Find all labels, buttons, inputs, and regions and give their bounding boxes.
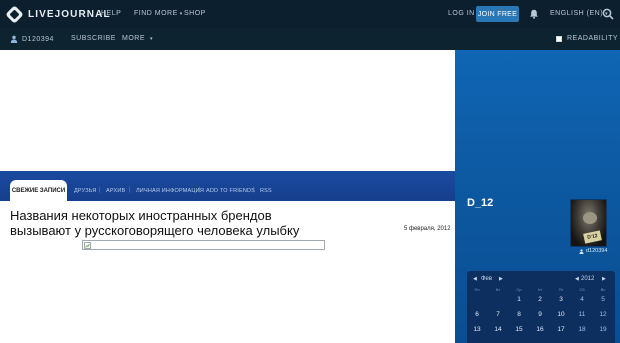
journal-owner-name: D120394 [22, 35, 54, 43]
more-menu[interactable]: MORE ▾ [122, 35, 153, 42]
next-year-arrow-icon[interactable]: ▶ [602, 276, 606, 282]
journal-entries: Названия некоторых иностранных брендов в… [0, 201, 455, 343]
tab-separator: | [99, 187, 101, 193]
broken-image-icon [84, 242, 91, 249]
readability-toggle[interactable]: READABILITY [556, 35, 618, 42]
calendar-year[interactable]: 2012 [581, 276, 594, 282]
user-icon [10, 35, 18, 43]
tab-add-to-friends[interactable]: ADD TO FRIENDS [206, 188, 255, 194]
calendar-day[interactable]: 11 [573, 311, 591, 318]
tab-separator: | [253, 187, 255, 193]
calendar-day[interactable]: 3 [552, 296, 570, 303]
calendar-weekday: Пн [474, 287, 480, 292]
post-date: 5 февраля, 2012 [404, 226, 451, 232]
calendar-day[interactable]: 7 [489, 311, 507, 318]
calendar-widget: ◀ Фев ▶ ◀ 2012 ▶ Пн Вт Ср Чт Пт Сб Вс 1 2 3 4 5 6 7 8 9… [467, 271, 615, 343]
journal-owner-link[interactable]: D120394 [10, 35, 54, 43]
subscribe-button[interactable]: SUBSCRIBE [71, 35, 116, 42]
avatar[interactable]: D'12 [570, 199, 607, 247]
login-link[interactable]: LOG IN [448, 10, 475, 17]
join-free-button[interactable]: JOIN FREE [476, 6, 519, 22]
calendar-day[interactable]: 4 [573, 296, 591, 303]
calendar-day[interactable]: 2 [531, 296, 549, 303]
journal-toolbar: D120394 SUBSCRIBE MORE ▾ READABILITY [0, 28, 620, 50]
more-label: MORE [122, 35, 145, 42]
calendar-day[interactable]: 10 [552, 311, 570, 318]
shop-link[interactable]: SHOP [184, 10, 206, 17]
calendar-weekday: Вт [495, 287, 501, 292]
calendar-day[interactable]: 16 [531, 326, 549, 333]
calendar-day[interactable]: 5 [594, 296, 612, 303]
prev-month-arrow-icon[interactable]: ◀ [473, 276, 477, 282]
language-label: ENGLISH (EN) [550, 10, 604, 17]
calendar-weekday: Ср [516, 287, 522, 292]
tab-separator: | [199, 187, 201, 193]
livejournal-logo[interactable]: LIVEJOURNAL [5, 4, 111, 24]
calendar-month[interactable]: Фев [481, 276, 492, 282]
livejournal-logo-icon [5, 4, 24, 24]
find-more-menu[interactable]: FIND MORE ▾ [134, 10, 183, 17]
avatar-face [583, 212, 597, 224]
journal-title[interactable]: D_12 [467, 197, 493, 209]
prev-year-arrow-icon[interactable]: ◀ [575, 276, 579, 282]
calendar-day[interactable]: 6 [468, 311, 486, 318]
calendar-weekday: Пт [558, 287, 564, 292]
chevron-down-icon: ▾ [179, 11, 183, 17]
tab-profile[interactable]: ЛИЧНАЯ ИНФОРМАЦИЯ [136, 188, 204, 194]
tab-archive[interactable]: АРХИВ [106, 188, 125, 194]
chevron-down-icon: ▾ [150, 35, 154, 42]
help-link[interactable]: HELP [101, 10, 121, 17]
calendar-day[interactable]: 18 [573, 326, 591, 333]
calendar-weekday: Чт [537, 287, 543, 292]
calendar-day[interactable]: 1 [510, 296, 528, 303]
top-navigation-bar: LIVEJOURNAL HELP FIND MORE ▾ SHOP LOG IN … [0, 0, 620, 28]
avatar-username-link[interactable]: d120394 [579, 248, 607, 254]
tab-rss[interactable]: RSS [260, 188, 272, 194]
advertisement-area [0, 50, 455, 171]
calendar-day[interactable]: 12 [594, 311, 612, 318]
calendar-day[interactable]: 8 [510, 311, 528, 318]
logo-text: LIVEJOURNAL [28, 8, 111, 20]
tab-friends[interactable]: ДРУЗЬЯ [74, 188, 97, 194]
find-more-label: FIND MORE [134, 10, 178, 17]
avatar-badge: D'12 [583, 230, 602, 244]
post-title[interactable]: Названия некоторых иностранных брендов в… [10, 208, 335, 238]
calendar-weekday: Вс [600, 287, 606, 292]
readability-checkbox[interactable] [556, 35, 562, 42]
journal-tab-band [0, 171, 455, 201]
search-icon[interactable] [602, 8, 614, 20]
notification-bell-icon[interactable] [529, 9, 539, 19]
tab-separator: | [129, 187, 131, 193]
readability-label: READABILITY [567, 35, 619, 42]
calendar-day[interactable]: 9 [531, 311, 549, 318]
calendar-day[interactable]: 15 [510, 326, 528, 333]
calendar-day[interactable]: 19 [594, 326, 612, 333]
calendar-day[interactable]: 13 [468, 326, 486, 333]
avatar-username: d120394 [586, 248, 608, 254]
calendar-weekday: Сб [579, 287, 585, 292]
next-month-arrow-icon[interactable]: ▶ [499, 276, 503, 282]
language-selector[interactable]: ENGLISH (EN) ▾ [550, 10, 608, 17]
calendar-day[interactable]: 17 [552, 326, 570, 333]
user-icon [579, 248, 584, 254]
calendar-day[interactable]: 14 [489, 326, 507, 333]
post-image [82, 240, 325, 250]
tab-recent-entries[interactable]: СВЕЖИЕ ЗАПИСИ [10, 180, 67, 201]
